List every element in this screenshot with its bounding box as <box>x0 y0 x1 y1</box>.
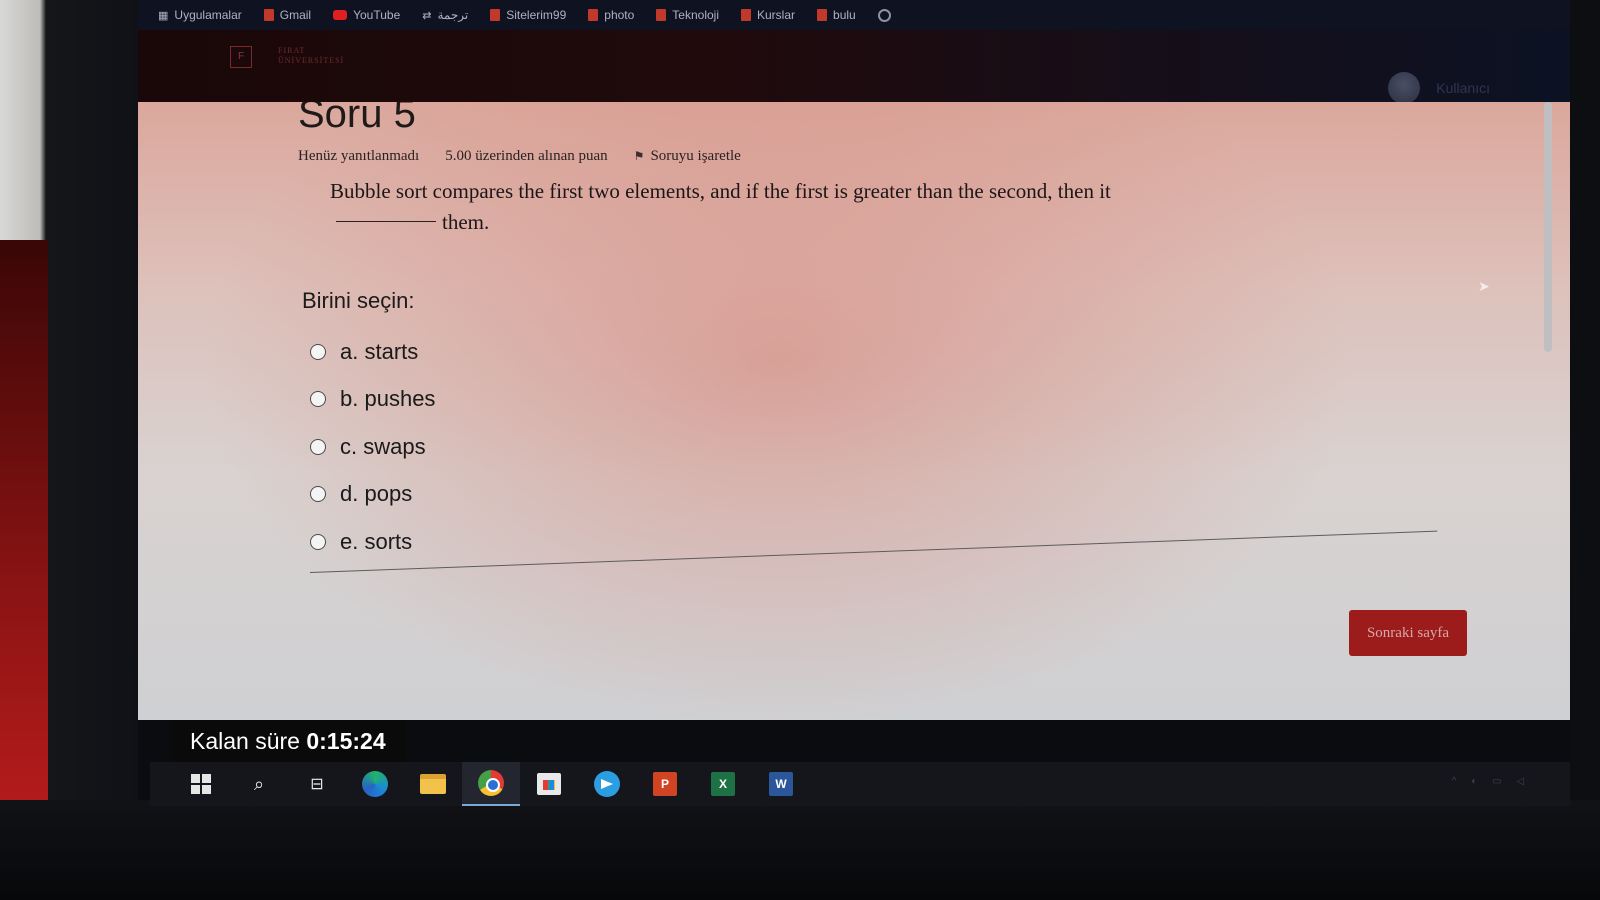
answer-option-e[interactable]: e. sorts <box>310 518 435 566</box>
question-info: Henüz yanıtlanmadı 5.00 üzerinden alınan… <box>298 148 741 165</box>
powerpoint-icon: P <box>653 772 677 796</box>
bookmark-sitelerim[interactable]: Sitelerim99 <box>490 8 566 22</box>
answer-radio-c[interactable] <box>310 438 326 455</box>
taskbar-excel[interactable]: X <box>694 762 752 806</box>
quiz-content: Soru 5 Henüz yanıtlanmadı 5.00 üzerinden… <box>138 102 1570 720</box>
answer-option-a[interactable]: a. starts <box>310 328 435 376</box>
answer-option-b[interactable]: b. pushes <box>310 376 435 424</box>
bookmark-icon <box>817 9 828 21</box>
windows-taskbar: ⌕ ⊟ P X W ^ ◐ ▭ ◁ <box>150 762 1570 806</box>
bookmark-icon <box>656 9 667 21</box>
bookmarks-bar: ▦ Uygulamalar Gmail YouTube ⇄ ترجمة Site… <box>138 0 1570 30</box>
bookmark-icon <box>588 9 599 21</box>
section-divider <box>309 530 1438 573</box>
flag-icon: ⚑ <box>633 149 645 163</box>
next-page-button[interactable]: Sonraki sayfa <box>1349 610 1467 656</box>
store-icon <box>537 773 561 795</box>
answer-radio-a[interactable] <box>310 343 326 360</box>
word-icon: W <box>769 772 793 796</box>
site-header: F FIRAT ÜNİVERSİTESİ Kullanıcı <box>138 30 1570 104</box>
edge-browser-icon <box>362 771 388 797</box>
bookmark-photo[interactable]: photo <box>588 8 634 22</box>
globe-icon <box>877 8 891 22</box>
page-scrollbar[interactable] <box>1544 102 1552 352</box>
choose-one-label: Birini seçin: <box>302 288 415 313</box>
taskbar-search-button[interactable]: ⌕ <box>230 762 288 806</box>
mouse-cursor-icon: ➤ <box>1478 278 1490 294</box>
apps-icon: ▦ <box>158 9 169 22</box>
answer-radio-d[interactable] <box>310 486 326 503</box>
chrome-browser-icon <box>478 770 504 796</box>
university-logo-text: FIRAT ÜNİVERSİTESİ <box>278 46 345 65</box>
user-menu-name[interactable]: Kullanıcı <box>1436 80 1490 96</box>
task-view-icon: ⊟ <box>310 776 324 793</box>
start-button[interactable] <box>172 762 230 806</box>
task-view-button[interactable]: ⊟ <box>288 762 346 806</box>
question-points: 5.00 üzerinden alınan puan <box>445 148 608 164</box>
monitor-bezel-right <box>1570 0 1600 900</box>
bookmark-gmail[interactable]: Gmail <box>263 8 311 22</box>
system-tray[interactable]: ^ ◐ ▭ ◁ <box>1452 776 1530 787</box>
search-icon: ⌕ <box>253 773 265 794</box>
taskbar-file-explorer[interactable] <box>404 762 462 806</box>
monitor-bottom-bezel <box>0 800 1600 900</box>
translate-icon: ⇄ <box>422 9 432 22</box>
gmail-icon <box>263 9 274 21</box>
answer-list: a. starts b. pushes c. swaps d. pops e. … <box>310 328 435 566</box>
bookmark-apps[interactable]: ▦ Uygulamalar <box>158 8 242 22</box>
taskbar-word[interactable]: W <box>752 762 810 806</box>
taskbar-telegram[interactable] <box>578 762 636 806</box>
answer-radio-e[interactable] <box>310 533 326 550</box>
question-status: Henüz yanıtlanmadı <box>298 148 420 164</box>
flag-question-link[interactable]: ⚑ Soruyu işaretle <box>634 148 741 165</box>
question-blank <box>336 220 436 222</box>
taskbar-edge[interactable] <box>346 762 404 806</box>
time-remaining-value: 0:15:24 <box>306 728 386 754</box>
answer-option-c[interactable]: c. swaps <box>310 423 435 471</box>
windows-logo-icon <box>191 774 211 794</box>
time-remaining-timer: Kalan süre 0:15:24 <box>172 720 406 762</box>
question-title: Soru 5 <box>298 102 416 136</box>
excel-icon: X <box>711 772 735 796</box>
bookmark-translate[interactable]: ⇄ ترجمة <box>422 8 468 22</box>
taskbar-powerpoint[interactable]: P <box>636 762 694 806</box>
bookmark-kurslar[interactable]: Kurslar <box>741 8 795 22</box>
university-logo-icon[interactable]: F <box>230 46 252 68</box>
answer-option-d[interactable]: d. pops <box>310 471 435 519</box>
youtube-icon <box>333 10 348 20</box>
bookmark-teknoloji[interactable]: Teknoloji <box>656 8 719 22</box>
answer-radio-b[interactable] <box>310 391 326 408</box>
bookmark-bulu[interactable]: bulu <box>817 8 856 22</box>
taskbar-chrome[interactable] <box>462 762 520 806</box>
folder-icon <box>420 774 446 794</box>
bookmark-globe[interactable] <box>877 8 891 22</box>
taskbar-store[interactable] <box>520 762 578 806</box>
bookmark-icon <box>741 9 751 21</box>
telegram-icon <box>594 771 620 797</box>
question-text: Bubble sort compares the first two eleme… <box>330 179 1111 234</box>
user-avatar[interactable] <box>1388 72 1420 104</box>
bookmark-youtube[interactable]: YouTube <box>333 8 400 22</box>
bookmark-icon <box>490 9 501 21</box>
